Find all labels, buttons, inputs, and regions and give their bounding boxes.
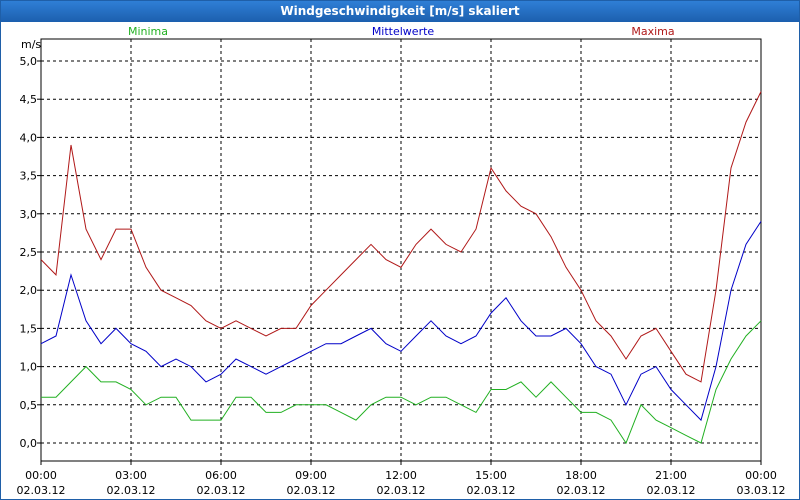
y-tick-label: 3,5 (20, 170, 38, 183)
y-tick-label: 4,5 (20, 93, 38, 106)
x-tick-label-time: 21:00 (655, 469, 687, 482)
x-tick-label-time: 00:00 (25, 469, 57, 482)
legend-maxima: Maxima (631, 25, 674, 38)
y-tick-label: 0,0 (20, 437, 38, 450)
x-tick-label-date: 02.03.12 (287, 484, 336, 497)
x-tick-label-time: 00:00 (745, 469, 777, 482)
legend-minima: Minima (128, 25, 168, 38)
x-tick-label-time: 09:00 (295, 469, 327, 482)
y-axis-label: m/s (21, 38, 41, 51)
series-group (40, 91, 762, 445)
x-tick-label-time: 03:00 (115, 469, 147, 482)
window-title: Windgeschwindigkeit [m/s] skaliert (1, 1, 799, 22)
y-tick-label: 0,5 (20, 399, 38, 412)
wind-speed-chart: 0,0 0,5 1,0 1,5 2,0 2,5 3,0 3,5 4,0 4,5 5,0 00:00 02… (17, 25, 786, 497)
y-tick-label: 2,0 (20, 284, 38, 297)
x-tick-label-date: 03.03.12 (737, 484, 786, 497)
x-tick-label-date: 02.03.12 (377, 484, 426, 497)
y-tick-label: 3,0 (20, 208, 38, 221)
x-tick-label-date: 02.03.12 (107, 484, 156, 497)
x-tick-label-date: 02.03.12 (557, 484, 606, 497)
y-tick-label: 1,5 (20, 322, 38, 335)
x-tick-label-date: 02.03.12 (17, 484, 66, 497)
x-tick-label-time: 12:00 (385, 469, 417, 482)
x-tick-label-date: 02.03.12 (467, 484, 516, 497)
x-tick-label-date: 02.03.12 (197, 484, 246, 497)
chart-window: Windgeschwindigkeit [m/s] skaliert 0,0 0,… (0, 0, 800, 500)
y-tick-label: 5,0 (20, 55, 38, 68)
x-tick-label-time: 18:00 (565, 469, 597, 482)
y-tick-label: 4,0 (20, 131, 38, 144)
legend-mittelwerte: Mittelwerte (372, 25, 435, 38)
x-tick-label-date: 02.03.12 (647, 484, 696, 497)
y-tick-label: 2,5 (20, 246, 38, 259)
x-tick-label-time: 06:00 (205, 469, 237, 482)
x-tick-label-time: 15:00 (475, 469, 507, 482)
y-tick-label: 1,0 (20, 361, 38, 374)
